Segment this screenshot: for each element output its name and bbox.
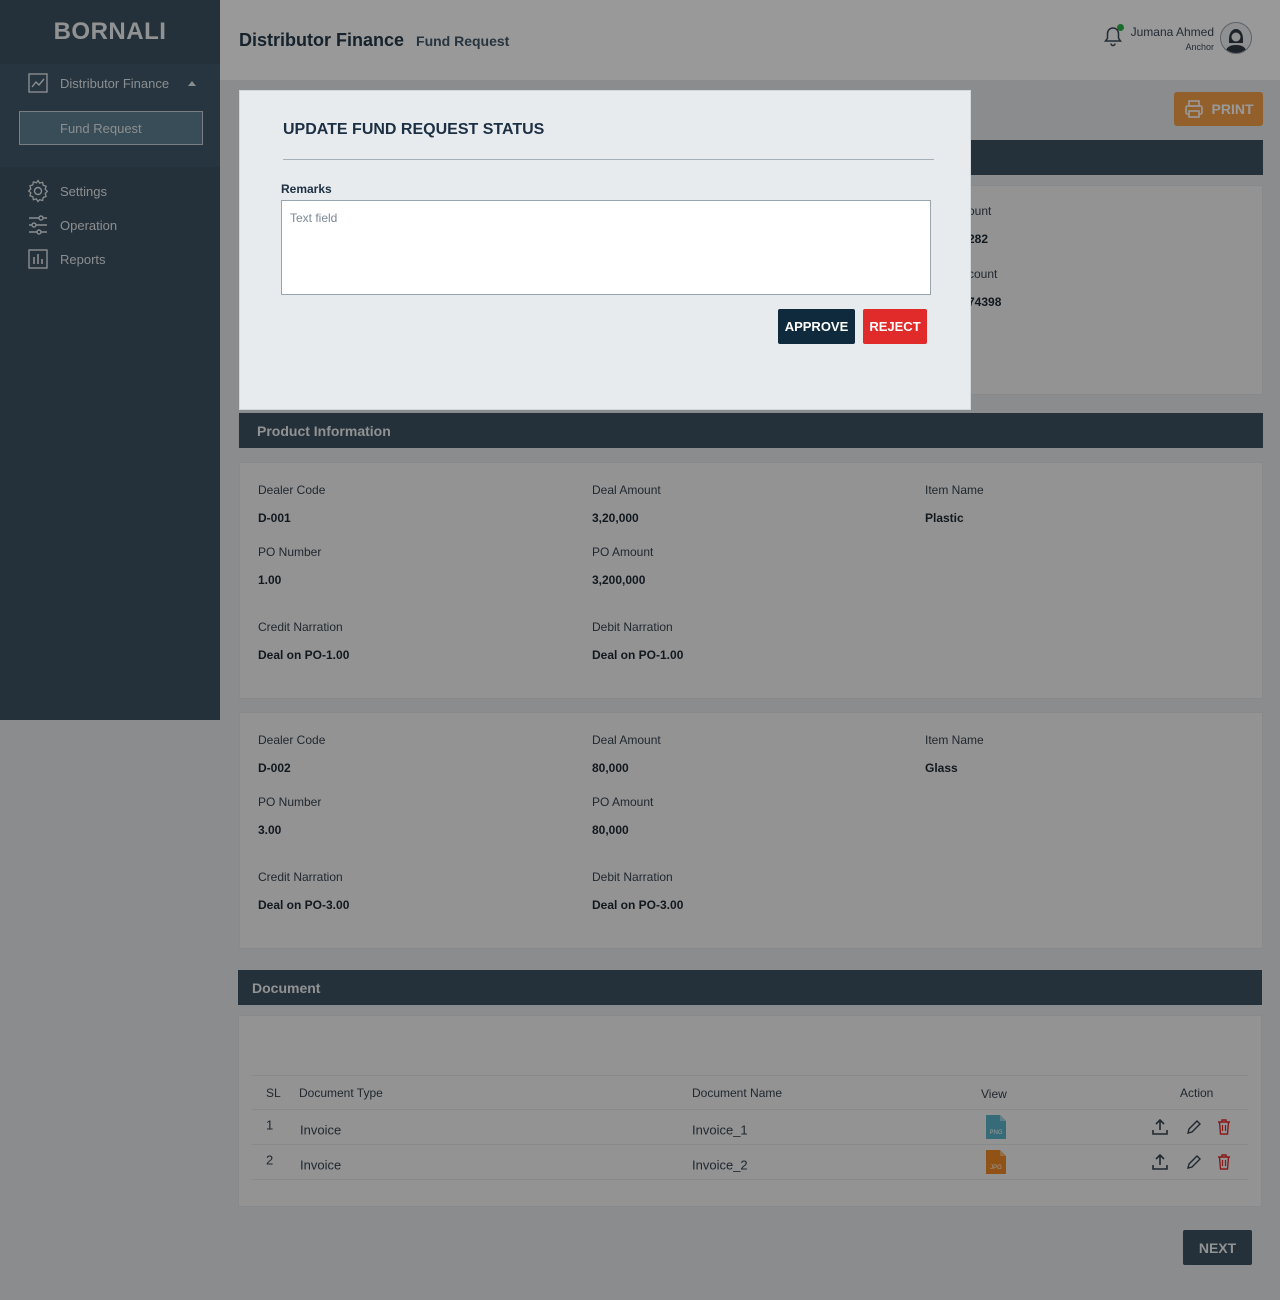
- remarks-textarea[interactable]: [281, 200, 931, 295]
- update-status-modal: UPDATE FUND REQUEST STATUS Remarks APPRO…: [239, 90, 971, 410]
- reject-button[interactable]: REJECT: [863, 309, 927, 344]
- approve-button[interactable]: APPROVE: [778, 309, 855, 344]
- modal-title: UPDATE FUND REQUEST STATUS: [283, 121, 545, 138]
- divider: [283, 159, 934, 160]
- remarks-label: Remarks: [281, 182, 332, 196]
